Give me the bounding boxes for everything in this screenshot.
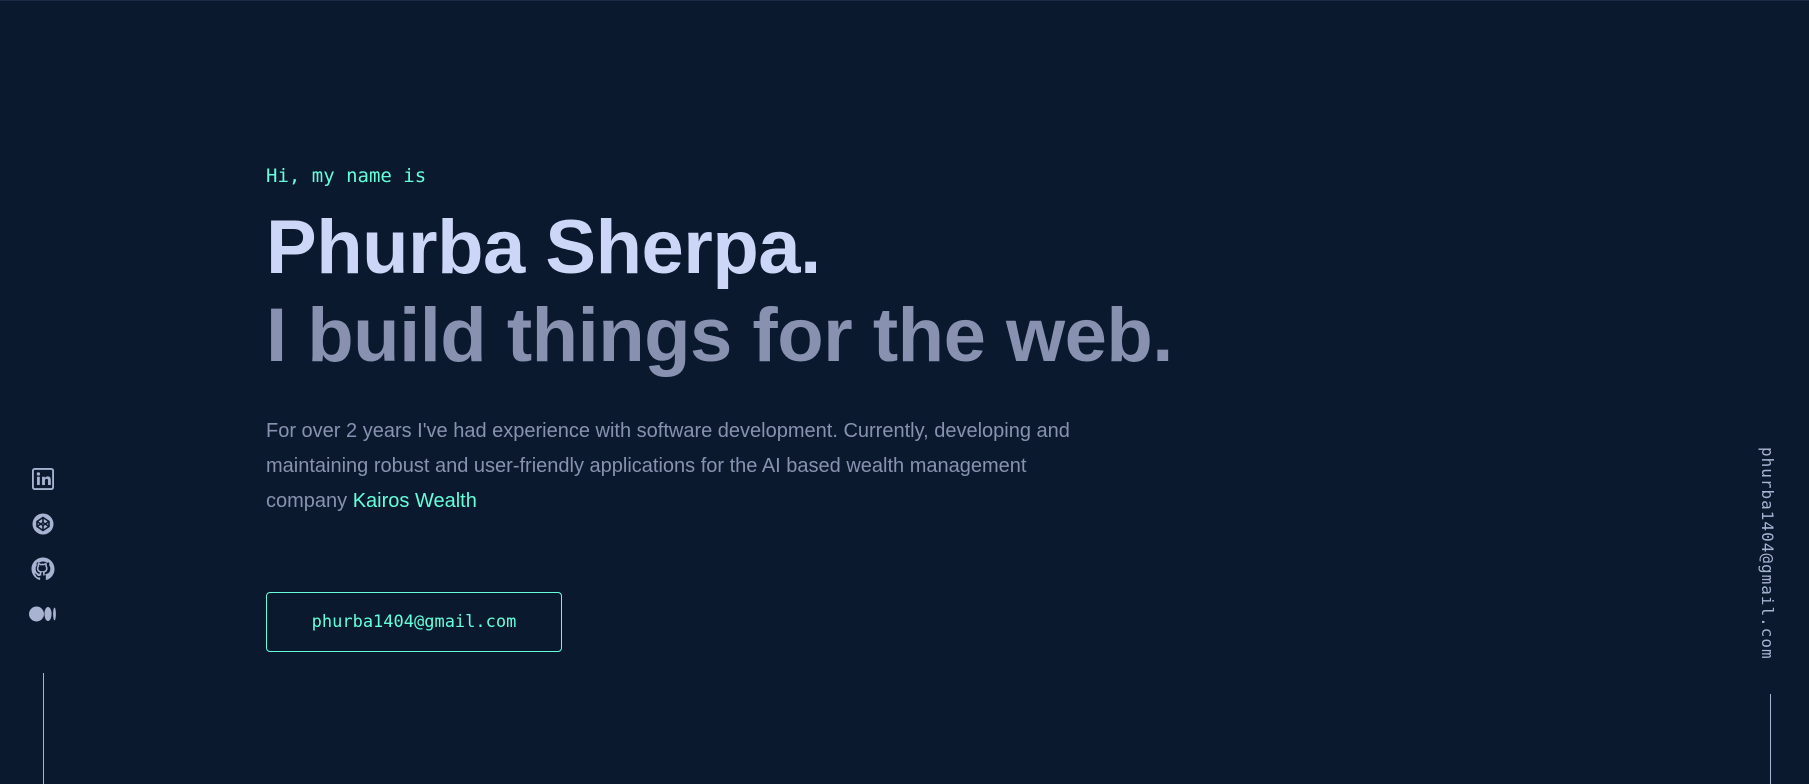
left-vertical-line — [43, 673, 44, 784]
hero-section: Hi, my name is Phurba Sherpa. I build th… — [266, 160, 1266, 519]
codepen-icon — [32, 513, 54, 535]
email-button[interactable]: phurba1404@gmail.com — [266, 592, 562, 652]
github-link[interactable] — [26, 552, 60, 586]
social-links — [26, 462, 60, 642]
hero-intro: For over 2 years I've had experience wit… — [266, 414, 1086, 519]
linkedin-link[interactable] — [26, 462, 60, 496]
github-icon — [31, 557, 55, 581]
linkedin-icon — [32, 468, 54, 490]
top-border — [0, 0, 1809, 1]
hero-name: Phurba Sherpa. — [266, 205, 821, 290]
right-vertical-line — [1770, 694, 1771, 784]
medium-link[interactable] — [26, 597, 60, 631]
company-link[interactable]: Kairos Wealth — [353, 490, 477, 512]
side-email-link[interactable]: phurba1404@gmail.com — [1758, 447, 1777, 660]
hero-tagline: I build things for the web. — [266, 293, 1173, 378]
hero-greeting: Hi, my name is — [266, 165, 427, 187]
codepen-link[interactable] — [26, 507, 60, 541]
medium-icon — [29, 606, 56, 622]
